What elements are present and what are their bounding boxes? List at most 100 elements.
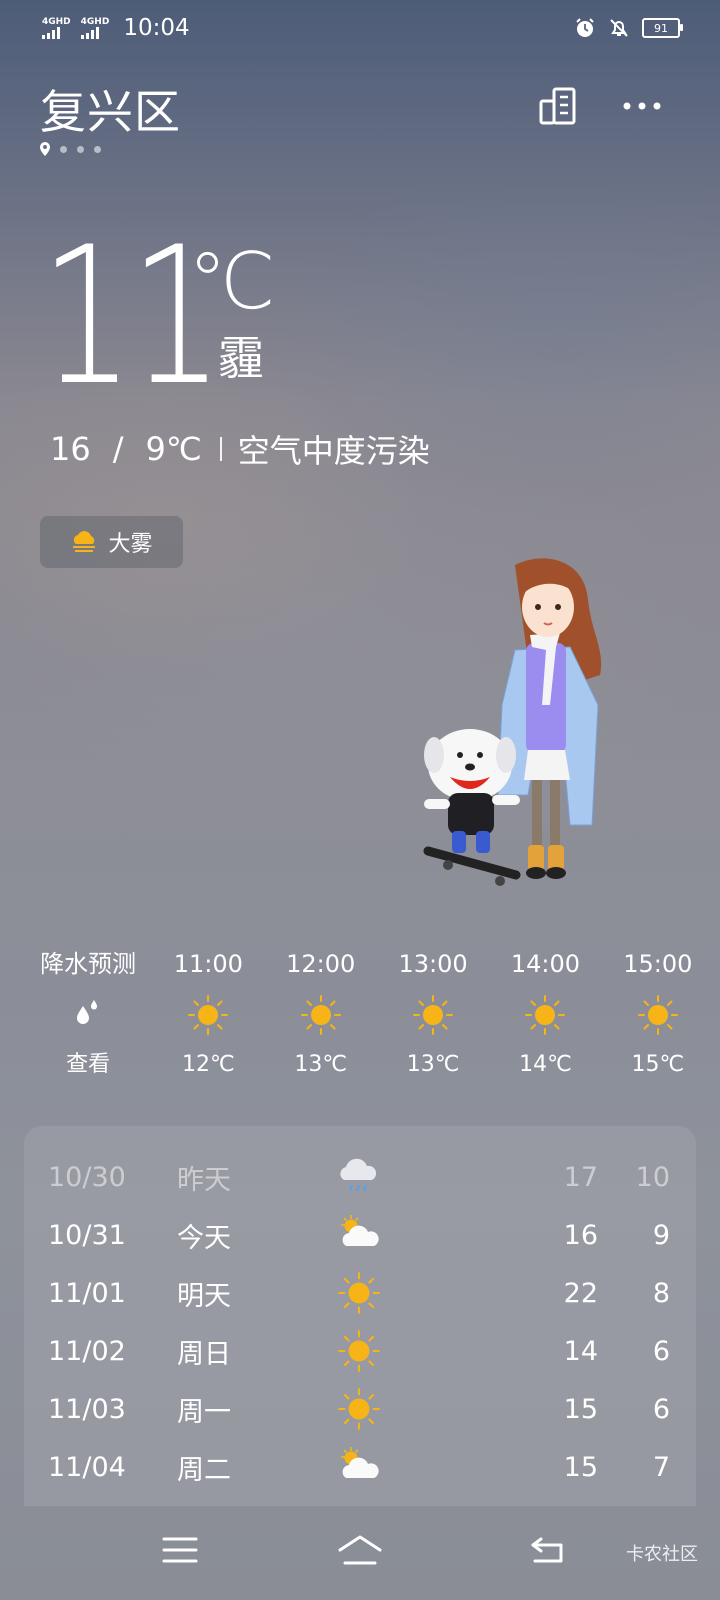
network-type: 4GHD: [80, 16, 110, 27]
hour-temp: 15℃: [631, 1052, 685, 1077]
high-temp: 16: [50, 430, 91, 468]
daily-low: 6: [652, 1335, 670, 1367]
signal-icon: 4GHD: [42, 16, 71, 39]
daily-high: 17: [563, 1161, 598, 1193]
daily-high: 14: [563, 1335, 598, 1367]
divider: [219, 437, 222, 461]
daily-date: 10/31: [48, 1219, 126, 1251]
daily-date: 10/30: [48, 1161, 126, 1193]
daily-high: 15: [563, 1451, 598, 1483]
daily-high: 16: [563, 1219, 598, 1251]
sun-icon: [338, 1388, 380, 1430]
temperature-unit: ℃: [188, 237, 276, 327]
hour-time: 15:00: [623, 950, 693, 978]
daily-low: 10: [635, 1161, 670, 1193]
hour-temp: 12℃: [181, 1052, 235, 1077]
page-dot: [60, 145, 67, 153]
page-dot: [94, 145, 101, 153]
hourly-item: 12:00 13℃: [265, 948, 377, 1080]
daily-high: 22: [563, 1277, 598, 1309]
daily-day: 今天: [177, 1222, 231, 1254]
daily-day: 周二: [177, 1454, 231, 1486]
back-icon: [531, 1537, 563, 1563]
location-pin-icon: [40, 142, 50, 156]
daily-date: 11/04: [48, 1451, 126, 1483]
sun-icon: [300, 995, 341, 1035]
weather-condition: 霾: [218, 331, 264, 385]
sun-icon: [525, 995, 566, 1035]
daily-row[interactable]: 11/03 周一 15 6: [24, 1380, 696, 1438]
daily-day: 周一: [177, 1396, 231, 1428]
more-button[interactable]: [620, 86, 664, 126]
hour-time: 12:00: [286, 950, 356, 978]
precip-label: 降水预测: [40, 950, 137, 978]
mascot-illustration: [423, 558, 602, 886]
hour-time: 14:00: [510, 950, 581, 978]
daily-day: 昨天: [177, 1164, 231, 1196]
alert-label: 大雾: [108, 532, 153, 557]
daily-date: 11/03: [48, 1393, 126, 1425]
raindrop-icon: [77, 1000, 98, 1024]
status-time: 10:04: [123, 15, 190, 41]
status-bar: 4GHD 4GHD 10:04 91: [42, 14, 683, 42]
hourly-item: 15:00 15℃: [602, 948, 714, 1080]
battery-icon: 91: [642, 18, 683, 38]
menu-button[interactable]: [155, 1530, 205, 1570]
air-quality[interactable]: 空气中度污染: [238, 426, 430, 472]
weather-alert-badge[interactable]: 大雾: [40, 516, 183, 568]
sun-icon: [338, 1272, 380, 1314]
home-button[interactable]: [335, 1530, 385, 1570]
alarm-icon: [576, 18, 594, 37]
fog-icon: [73, 531, 96, 552]
sun-icon: [413, 995, 454, 1035]
range-slash: /: [112, 430, 124, 468]
daily-low: 6: [652, 1393, 670, 1425]
more-icon: [623, 102, 661, 110]
page-dot: [77, 145, 84, 153]
hour-temp: 13℃: [294, 1052, 348, 1077]
daily-date: 11/01: [48, 1277, 126, 1309]
sun-icon: [637, 995, 678, 1035]
daily-low: 9: [652, 1219, 670, 1251]
hourly-item: 13:00 13℃: [377, 948, 489, 1080]
low-temp: 9℃: [145, 430, 202, 468]
menu-icon: [162, 1537, 198, 1563]
home-icon: [338, 1535, 382, 1565]
sun-icon: [338, 1330, 380, 1372]
daily-day: 明天: [177, 1280, 231, 1312]
daily-row[interactable]: 11/02 周日 14 6: [24, 1322, 696, 1380]
daily-date: 11/02: [48, 1335, 126, 1367]
precip-view-link[interactable]: 查看: [66, 1050, 110, 1080]
hour-time: 11:00: [173, 950, 243, 978]
hourly-item: 11:00 12℃: [152, 948, 264, 1080]
daily-row[interactable]: 10/30 昨天 17 10: [24, 1148, 696, 1206]
battery-level: 91: [654, 21, 668, 35]
city-name[interactable]: 复兴区: [40, 76, 181, 142]
signal-icon: 4GHD: [80, 16, 110, 39]
city-manage-icon: [539, 87, 576, 125]
cloud-rain-icon: [340, 1158, 377, 1192]
daily-row[interactable]: 11/04 周二 15 7: [24, 1438, 696, 1496]
partly-cloudy-icon: [341, 1447, 379, 1478]
daily-forecast[interactable]: 10/30 昨天 17 10 10/31 今天 16 9 11/01 明天 22…: [24, 1126, 696, 1506]
daily-day: 周日: [177, 1338, 231, 1370]
daily-low: 7: [652, 1451, 670, 1483]
page-indicator: [40, 142, 101, 156]
hour-temp: 14℃: [519, 1052, 572, 1077]
back-button[interactable]: [522, 1530, 572, 1570]
hour-temp: 13℃: [406, 1052, 460, 1077]
watermark: 卡农社区: [626, 1544, 698, 1565]
hourly-item: 14:00 14℃: [489, 948, 601, 1080]
bell-muted-icon: [610, 19, 628, 37]
partly-cloudy-icon: [341, 1215, 379, 1246]
network-type: 4GHD: [42, 16, 71, 27]
daily-row[interactable]: 11/01 明天 22 8: [24, 1264, 696, 1322]
hourly-forecast[interactable]: 降水预测 查看 11:00 12℃ 12:00 13℃ 13:00 13℃ 14…: [24, 948, 714, 1080]
city-manage-button[interactable]: [536, 86, 580, 126]
daily-row[interactable]: 10/31 今天 16 9: [24, 1206, 696, 1264]
precip-forecast[interactable]: 降水预测 查看: [24, 948, 152, 1080]
hour-time: 13:00: [398, 950, 468, 978]
temp-range[interactable]: 16 / 9℃ 空气中度污染: [50, 426, 430, 472]
daily-low: 8: [652, 1277, 670, 1309]
navigation-bar: [0, 1500, 720, 1600]
